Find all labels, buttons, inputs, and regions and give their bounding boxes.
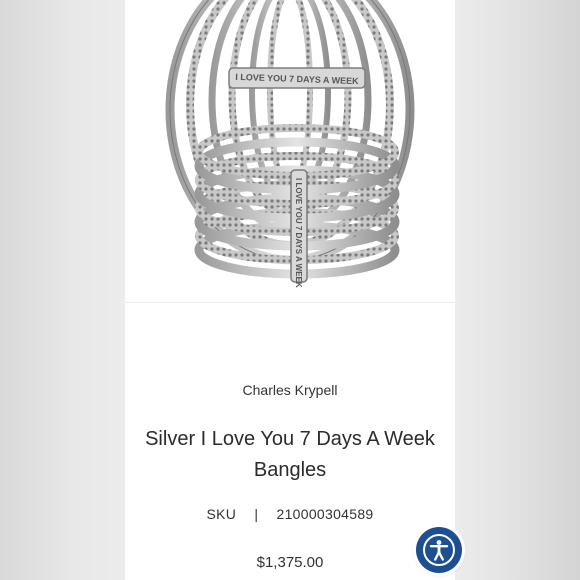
background-left bbox=[0, 0, 125, 580]
image-divider bbox=[125, 302, 455, 303]
brand-name[interactable]: Charles Krypell bbox=[125, 382, 455, 398]
sku-row: SKU | 210000304589 bbox=[125, 506, 455, 522]
sku-separator: | bbox=[254, 506, 259, 522]
product-title: Silver I Love You 7 Days A Week Bangles bbox=[145, 428, 435, 481]
sku-value: 210000304589 bbox=[276, 506, 374, 522]
product-card: I LOVE YOU 7 DAYS A WEEK I LOVE YOU 7 DA… bbox=[125, 0, 455, 580]
accessibility-icon bbox=[423, 534, 455, 566]
sku-label: SKU bbox=[206, 506, 237, 522]
product-price: $1,375.00 bbox=[256, 554, 324, 571]
background-right bbox=[455, 0, 580, 580]
svg-text:I LOVE YOU 7 DAYS A WEEK: I LOVE YOU 7 DAYS A WEEK bbox=[294, 178, 303, 288]
product-image[interactable]: I LOVE YOU 7 DAYS A WEEK I LOVE YOU 7 DA… bbox=[125, 0, 455, 302]
accessibility-button[interactable] bbox=[416, 527, 462, 573]
bangles-illustration: I LOVE YOU 7 DAYS A WEEK I LOVE YOU 7 DA… bbox=[165, 0, 415, 288]
